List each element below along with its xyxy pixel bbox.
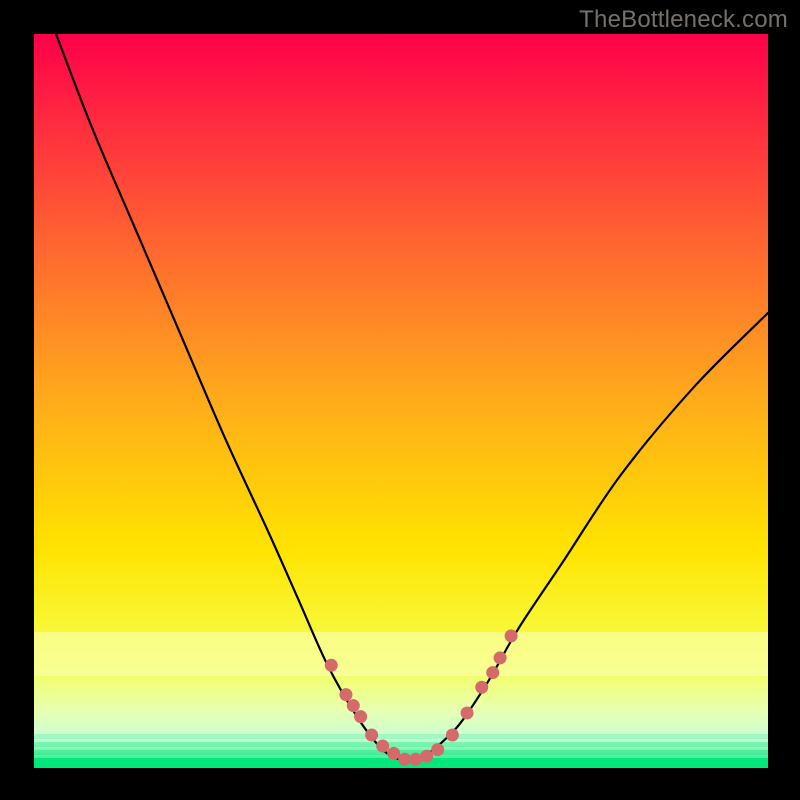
curve-dot [339,688,352,701]
curve-dot [431,743,444,756]
curve-dot [325,659,338,672]
curve-dot [486,666,499,679]
curve-dot [494,651,507,664]
curve-dot [365,728,378,741]
plot-area [34,34,768,768]
curve-dot [354,710,367,723]
curve-dot [505,629,518,642]
curve-dot [420,750,433,763]
curve-dot [376,739,389,752]
curve-dot [475,681,488,694]
curve-dot [387,747,400,760]
bottleneck-curve [34,34,768,768]
chart-root: TheBottleneck.com [0,0,800,800]
curve-dot [347,699,360,712]
curve-dots [325,629,518,765]
curve-dot [446,728,459,741]
curve-dot [409,753,422,766]
curve-dot [461,706,474,719]
watermark: TheBottleneck.com [579,6,788,34]
